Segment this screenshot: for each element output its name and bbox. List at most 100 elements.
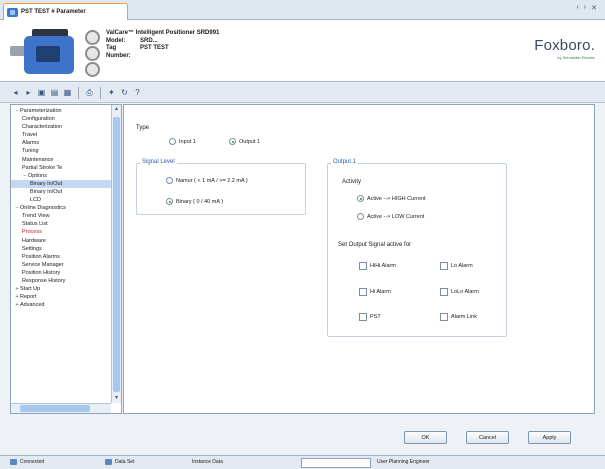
tree-item[interactable]: Process: [11, 228, 111, 236]
radio-icon: [169, 138, 176, 145]
tree-item-label: Position Alarms: [22, 253, 60, 260]
tree-item-label: Status List: [22, 221, 48, 228]
apply-button[interactable]: Apply: [528, 431, 571, 444]
tree-item-label: Response History: [22, 277, 66, 284]
tree-item[interactable]: Alarms: [11, 139, 111, 147]
tree-item[interactable]: LCD: [11, 196, 111, 204]
load-icon[interactable]: ▤: [49, 87, 60, 98]
print-icon[interactable]: ⎙: [84, 87, 95, 98]
pst-checkbox[interactable]: PST: [359, 313, 381, 321]
config-icon[interactable]: ✦: [106, 87, 117, 98]
tab-title: PST TEST # Parameter: [21, 9, 86, 15]
tree-item[interactable]: Response History: [11, 277, 111, 285]
type-input-radio[interactable]: Input 1: [169, 138, 196, 145]
lolo-alarm-checkbox[interactable]: LoLo Alarm: [440, 288, 479, 296]
tree-item-label: Position History: [22, 269, 61, 276]
navigation-tree: −Parameterization Configuration Characteri…: [10, 104, 122, 414]
hihi-alarm-checkbox[interactable]: HiHi Alarm: [359, 262, 396, 270]
device-info: ValCare™ Intelligent Positioner SRD991 M…: [106, 30, 219, 60]
scroll-thumb[interactable]: [113, 117, 120, 392]
tag-value: PST TEST: [140, 45, 169, 51]
minimize-icon[interactable]: ›: [584, 4, 586, 12]
signal-binary-radio[interactable]: Binary ( 0 / 40 mA ): [166, 198, 223, 205]
tree-item[interactable]: +Start Up: [11, 285, 111, 293]
tree-vertical-scrollbar[interactable]: ▴ ▾: [111, 105, 121, 403]
tree-item-label: Binary In/Out: [30, 180, 63, 187]
toolbar: ◂ ▸ ▣ ▤ ▦ ⎙ ✦ ↻ ?: [0, 83, 605, 103]
tree-item[interactable]: Maintenance: [11, 156, 111, 164]
tree-item[interactable]: Travel: [11, 131, 111, 139]
checkbox-icon: [359, 313, 367, 321]
tree-item[interactable]: −Online Diagnostics: [11, 204, 111, 212]
tree-item-label: Options: [28, 172, 47, 179]
tree-item[interactable]: Settings: [11, 245, 111, 253]
radio-selected-icon: [357, 195, 364, 202]
set-output-label: Set Output Signal active for: [338, 242, 412, 248]
tree-item[interactable]: +Report: [11, 293, 111, 301]
tree-item[interactable]: Tuning: [11, 147, 111, 155]
tree-item[interactable]: Trend View: [11, 212, 111, 220]
tree-item[interactable]: +Advanced: [11, 301, 111, 309]
radio-selected-icon: [229, 138, 236, 145]
tree-item[interactable]: Service Manager: [11, 261, 111, 269]
foxboro-logo: Foxboro. by Schneider Electric: [534, 37, 595, 60]
scroll-thumb[interactable]: [20, 405, 90, 412]
tree-item[interactable]: Partial Stroke Te: [11, 164, 111, 172]
gauge-icon: [85, 46, 100, 61]
close-icon[interactable]: ✕: [591, 4, 597, 12]
cancel-button[interactable]: Cancel: [466, 431, 509, 444]
tree-item[interactable]: Position Alarms: [11, 253, 111, 261]
tree-item-label: Settings: [22, 245, 42, 252]
forward-icon[interactable]: ▸: [23, 87, 34, 98]
ok-button[interactable]: OK: [404, 431, 447, 444]
tree-item[interactable]: −Options: [11, 172, 111, 180]
binary-io-form: Type Input 1 Output 1 Signal Level Namur…: [123, 104, 595, 414]
tree-item-label: Advanced: [20, 302, 45, 309]
back-icon[interactable]: ◂: [10, 87, 21, 98]
tree-item-label: Trend View: [22, 213, 50, 220]
tree-item-label: LCD: [30, 197, 42, 204]
activity-high-radio[interactable]: Active --> HIGH Current: [357, 195, 426, 202]
status-data-set: Data Set: [105, 459, 134, 465]
checkbox-icon: [359, 262, 367, 270]
tree-item[interactable]: Hardware: [11, 237, 111, 245]
output-group: [327, 163, 507, 337]
type-output-radio[interactable]: Output 1: [229, 138, 260, 145]
signal-namur-radio[interactable]: Namur ( < 1 mA / >= 2.2 mA ): [166, 177, 248, 184]
save-icon[interactable]: ▣: [36, 87, 47, 98]
checkbox-icon: [440, 313, 448, 321]
checkbox-icon: [359, 288, 367, 296]
device-header: ValCare™ Intelligent Positioner SRD991 M…: [0, 20, 605, 82]
tree-item-label: Process: [22, 229, 42, 236]
tab-pst-test-parameter[interactable]: PST TEST # Parameter: [3, 3, 128, 20]
status-user: User Planning Engineer: [377, 459, 430, 465]
gauge-icon: [85, 30, 100, 45]
model-value: SRD...: [140, 37, 158, 44]
tree-item[interactable]: −Parameterization: [11, 107, 111, 115]
tree-item[interactable]: Binary In/Out: [11, 188, 111, 196]
logo-subtext: by Schneider Electric: [557, 55, 595, 60]
signal-level-title: Signal Level: [140, 159, 177, 165]
alarm-link-checkbox[interactable]: Alarm Link: [440, 313, 477, 321]
tree-item[interactable]: Binary In/Out: [11, 179, 111, 188]
scroll-down-icon[interactable]: ▾: [112, 394, 121, 403]
status-field: [301, 458, 371, 468]
lo-alarm-checkbox[interactable]: Lo Alarm: [440, 262, 473, 270]
tree-horizontal-scrollbar[interactable]: [11, 403, 111, 413]
restore-icon[interactable]: ‹: [576, 4, 578, 12]
radio-icon: [357, 213, 364, 220]
tree-item[interactable]: Configuration: [11, 115, 111, 123]
tree-item[interactable]: Status List: [11, 220, 111, 228]
hi-alarm-checkbox[interactable]: Hi Alarm: [359, 288, 391, 296]
compare-icon[interactable]: ▦: [62, 87, 73, 98]
gauge-icon: [85, 62, 100, 77]
tree-item[interactable]: Position History: [11, 269, 111, 277]
application-window: PST TEST # Parameter ‹ › ✕ ValCare™ Inte…: [0, 0, 605, 469]
device-tab-icon: [7, 7, 18, 17]
help-icon[interactable]: ?: [132, 87, 143, 98]
activity-low-radio[interactable]: Active --> LOW Current: [357, 213, 424, 220]
scroll-up-icon[interactable]: ▴: [112, 105, 121, 114]
tree-item-label: Binary In/Out: [30, 188, 63, 195]
refresh-icon[interactable]: ↻: [119, 87, 130, 98]
tree-item[interactable]: Characterization: [11, 123, 111, 131]
